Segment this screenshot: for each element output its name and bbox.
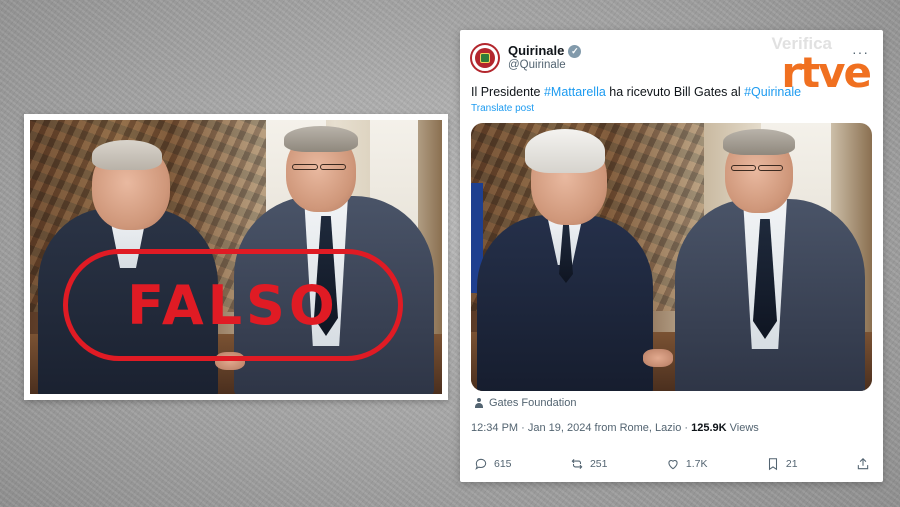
fake-photo: FALSO (30, 120, 442, 394)
tweet-header: Quirinale ✓ @Quirinale (470, 42, 582, 74)
falso-stamp-text: FALSO (127, 273, 339, 337)
tweet-text-part: ha ricevuto Bill Gates al (605, 85, 745, 99)
author-handle[interactable]: @Quirinale (508, 59, 581, 72)
reply-icon (475, 458, 487, 470)
person-icon (474, 398, 484, 408)
like-count: 1.7K (685, 458, 708, 470)
verified-badge-icon: ✓ (568, 44, 582, 58)
person-right (661, 123, 872, 391)
bookmark-count: 21 (785, 458, 798, 470)
tweet-text-part: Il Presidente (471, 85, 544, 99)
translate-post-link[interactable]: Translate post (471, 103, 534, 114)
reply-count: 615 (494, 458, 512, 470)
handshake (643, 349, 673, 367)
views-count: 125.9K (691, 422, 727, 434)
photo-credit[interactable]: Gates Foundation (474, 397, 576, 409)
repost-count: 251 (589, 458, 608, 470)
photo-credit-label: Gates Foundation (489, 397, 577, 409)
tweet-text: Il Presidente #Mattarella ha ricevuto Bi… (471, 85, 801, 99)
repost-button[interactable]: 251 (570, 457, 608, 471)
fake-photo-frame: FALSO (24, 114, 448, 400)
tweet-card: Quirinale ✓ @Quirinale ··· Verifica rtve… (460, 30, 883, 482)
tweet-meta: 12:34 PM · Jan 19, 2024 from Rome, Lazio… (471, 422, 759, 434)
falso-stamp: FALSO (63, 249, 403, 361)
quirinale-emblem-icon (475, 48, 495, 68)
person-left (471, 123, 671, 391)
tweet-photo[interactable] (471, 123, 872, 391)
share-button[interactable] (856, 457, 870, 471)
bookmark-icon (768, 458, 777, 471)
avatar[interactable] (470, 43, 500, 73)
original-photo (471, 123, 872, 391)
hashtag-link[interactable]: #Quirinale (744, 85, 801, 99)
views-label: Views (726, 422, 759, 434)
timestamp-location[interactable]: 12:34 PM · Jan 19, 2024 from Rome, Lazio… (471, 422, 691, 434)
reply-button[interactable]: 615 (474, 457, 512, 471)
heart-icon (668, 460, 678, 470)
like-button[interactable]: 1.7K (666, 457, 708, 471)
author-name[interactable]: Quirinale (508, 43, 564, 59)
repost-icon (571, 458, 583, 470)
hashtag-link[interactable]: #Mattarella (544, 85, 606, 99)
share-icon (857, 458, 869, 470)
bookmark-button[interactable]: 21 (766, 457, 798, 471)
tweet-actions: 615 251 1.7K 21 (474, 455, 870, 473)
